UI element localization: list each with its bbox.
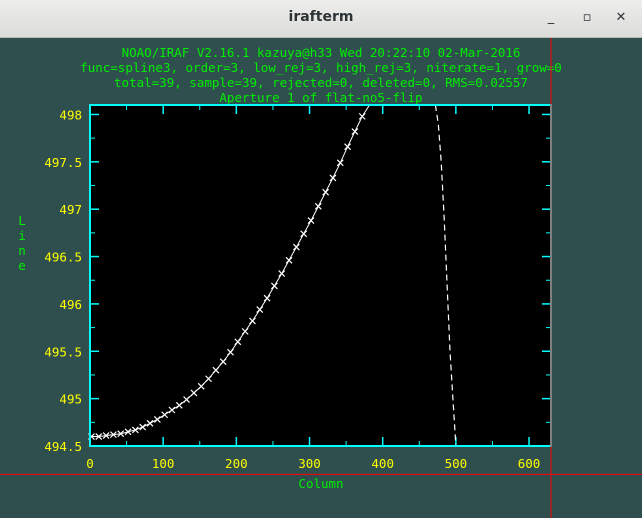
y-tick-label: 497.5 (44, 155, 82, 170)
maximize-icon[interactable]: ▫ (578, 9, 596, 27)
y-tick-labels: 494.5 495 495.5 496 496.5 497 497.5 498 (44, 107, 82, 454)
x-tick-labels: 0 100 200 300 400 500 600 (86, 456, 540, 471)
y-tick-label: 497 (59, 202, 82, 217)
y-tick-label: 495.5 (44, 344, 82, 359)
plot-area (90, 105, 551, 446)
header-line-stats: total=39, sample=39, rejected=0, deleted… (114, 75, 528, 90)
x-tick-label: 400 (371, 456, 394, 471)
y-tick-label: 496 (59, 297, 82, 312)
x-tick-label: 600 (518, 456, 541, 471)
y-axis-label: Line (18, 213, 26, 273)
y-axis-label-char: e (18, 258, 26, 273)
graphics-terminal[interactable]: NOAO/IRAF V2.16.1 kazuya@h33 Wed 20:22:1… (0, 38, 642, 518)
header-text-group: NOAO/IRAF V2.16.1 kazuya@h33 Wed 20:22:1… (80, 45, 562, 105)
y-tick-label: 494.5 (44, 439, 82, 454)
x-tick-label: 300 (298, 456, 321, 471)
x-tick-label: 100 (152, 456, 175, 471)
iraf-window: irafterm _ ▫ ✕ NOAO/IRAF V2.16.1 kazuya@… (0, 0, 642, 518)
header-line-params: func=spline3, order=3, low_rej=3, high_r… (80, 60, 562, 75)
header-line-aperture: Aperture 1 of flat-no5-flip (219, 90, 422, 105)
plot-canvas[interactable]: NOAO/IRAF V2.16.1 kazuya@h33 Wed 20:22:1… (0, 38, 642, 518)
y-axis-label-char: n (18, 243, 26, 258)
title-bar[interactable]: irafterm _ ▫ ✕ (0, 0, 642, 38)
x-axis-label: Column (298, 476, 343, 491)
close-icon[interactable]: ✕ (612, 9, 630, 27)
x-tick-label: 0 (86, 456, 94, 471)
y-tick-label: 498 (59, 107, 82, 122)
y-axis-label-char: L (18, 213, 26, 228)
header-line-title: NOAO/IRAF V2.16.1 kazuya@h33 Wed 20:22:1… (122, 45, 521, 60)
x-tick-label: 200 (225, 456, 248, 471)
minimize-icon[interactable]: _ (542, 9, 560, 27)
y-tick-label: 495 (59, 392, 82, 407)
y-tick-label: 496.5 (44, 250, 82, 265)
x-tick-label: 500 (445, 456, 468, 471)
y-axis-label-char: i (18, 228, 26, 243)
